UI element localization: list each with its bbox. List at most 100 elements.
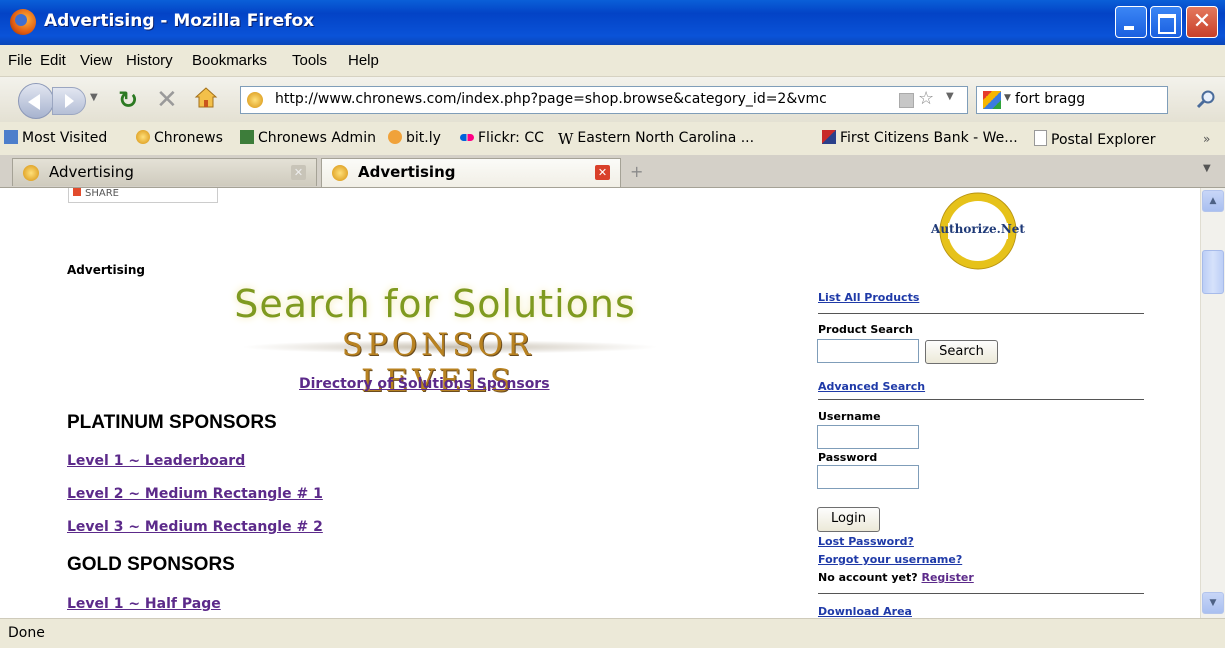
- maximize-button[interactable]: [1150, 6, 1182, 38]
- search-bar[interactable]: ▼ fort bragg: [976, 86, 1168, 114]
- chevron-right-icon[interactable]: »: [1203, 132, 1210, 146]
- list-all-products-link[interactable]: List All Products: [818, 291, 919, 304]
- register-link[interactable]: Register: [921, 571, 973, 584]
- close-icon: ✕: [1192, 9, 1212, 34]
- menu-bar: File Edit View History Bookmarks Tools H…: [0, 45, 1225, 77]
- tab-favicon: [332, 165, 348, 181]
- search-button[interactable]: Search: [925, 340, 998, 364]
- scroll-up-icon[interactable]: ▲: [1202, 190, 1224, 212]
- platinum-heading: PLATINUM SPONSORS: [67, 412, 277, 433]
- menu-tools[interactable]: Tools: [292, 52, 327, 69]
- sponsor-levels-banner: Search for Solutions SPONSOR LEVELS: [200, 282, 670, 399]
- most-visited-icon: [4, 130, 18, 144]
- minimize-button[interactable]: [1115, 6, 1147, 38]
- menu-file[interactable]: File: [8, 52, 32, 69]
- level-link[interactable]: Level 3 ~ Medium Rectangle # 2: [67, 519, 323, 535]
- username-field[interactable]: [817, 425, 919, 449]
- gold-heading: GOLD SPONSORS: [67, 554, 235, 575]
- tab-advertising-2[interactable]: Advertising ✕: [321, 158, 621, 187]
- engine-dropdown-icon[interactable]: ▼: [1004, 93, 1011, 103]
- bookmark-star-icon[interactable]: ☆: [918, 88, 934, 109]
- tab-list-dropdown-icon[interactable]: ▼: [1203, 163, 1211, 174]
- bookmark-chronews[interactable]: Chronews: [136, 130, 223, 146]
- level-link[interactable]: Level 1 ~ Half Page: [67, 596, 221, 612]
- url-bar[interactable]: http://www.chronews.com/index.php?page=s…: [240, 86, 968, 114]
- bookmark-most-visited[interactable]: Most Visited: [4, 130, 107, 146]
- forward-button[interactable]: [52, 87, 86, 115]
- search-icon[interactable]: [1196, 89, 1216, 109]
- divider: [818, 313, 1144, 314]
- firefox-icon: [10, 9, 36, 35]
- bookmark-first-citizens[interactable]: First Citizens Bank - We...: [822, 130, 1018, 146]
- stop-icon[interactable]: ✕: [156, 85, 178, 115]
- lost-password-link[interactable]: Lost Password?: [818, 535, 914, 548]
- bank-icon: [822, 130, 836, 144]
- wikipedia-icon: W: [558, 130, 574, 148]
- tab-label: Advertising: [49, 163, 134, 181]
- google-icon[interactable]: [983, 91, 1001, 109]
- menu-help[interactable]: Help: [348, 52, 379, 69]
- vertical-scrollbar[interactable]: ▲ ▼: [1200, 188, 1225, 618]
- page-content: SHARE Advertising Search for Solutions S…: [0, 188, 1200, 618]
- forgot-username-link[interactable]: Forgot your username?: [818, 553, 962, 566]
- product-search-label: Product Search: [818, 323, 913, 336]
- scroll-thumb[interactable]: [1202, 250, 1224, 294]
- url-text[interactable]: http://www.chronews.com/index.php?page=s…: [275, 91, 875, 107]
- tab-strip: Advertising ✕ Advertising ✕ + ▼: [0, 155, 1225, 188]
- bookmark-eastern-nc[interactable]: W Eastern North Carolina ...: [558, 130, 754, 148]
- authorize-net-badge[interactable]: Authorize.Net: [928, 190, 1028, 272]
- status-text: Done: [8, 625, 45, 641]
- search-input[interactable]: fort bragg: [1015, 91, 1085, 107]
- level-link[interactable]: Level 2 ~ Medium Rectangle # 1: [67, 486, 323, 502]
- product-search-input[interactable]: [817, 339, 919, 363]
- scroll-down-icon[interactable]: ▼: [1202, 592, 1224, 614]
- title-bar[interactable]: Advertising - Mozilla Firefox ✕: [0, 0, 1225, 46]
- share-button[interactable]: SHARE: [68, 188, 218, 203]
- menu-view[interactable]: View: [80, 52, 112, 69]
- username-label: Username: [818, 410, 881, 423]
- authorize-net-text: Authorize.Net: [931, 222, 1025, 236]
- divider: [818, 593, 1144, 594]
- chronews-icon: [136, 130, 150, 144]
- tab-label: Advertising: [358, 163, 456, 181]
- download-area-link[interactable]: Download Area: [818, 605, 912, 618]
- feed-icon[interactable]: [899, 93, 914, 108]
- divider: [818, 399, 1144, 400]
- chronews-admin-icon: [240, 130, 254, 144]
- bookmark-bitly[interactable]: bit.ly: [388, 130, 441, 146]
- flickr-icon: [460, 134, 474, 141]
- no-account-text: No account yet? Register: [818, 571, 974, 584]
- share-icon: [73, 188, 81, 196]
- tab-close-icon[interactable]: ✕: [595, 165, 610, 180]
- banner-title: Search for Solutions: [234, 282, 636, 326]
- tab-advertising-1[interactable]: Advertising ✕: [12, 158, 317, 186]
- page-title: Advertising: [67, 263, 145, 277]
- password-field[interactable]: [817, 465, 919, 489]
- menu-edit[interactable]: Edit: [40, 52, 66, 69]
- menu-history[interactable]: History: [126, 52, 173, 69]
- advanced-search-link[interactable]: Advanced Search: [818, 380, 925, 393]
- directory-link[interactable]: Directory of Solutions Sponsors: [299, 376, 550, 392]
- home-icon[interactable]: [194, 86, 218, 110]
- tab-favicon: [23, 165, 39, 181]
- history-dropdown-icon[interactable]: ▼: [90, 92, 98, 103]
- menu-bookmarks[interactable]: Bookmarks: [192, 52, 267, 69]
- window-title: Advertising - Mozilla Firefox: [44, 11, 315, 31]
- url-dropdown-icon[interactable]: ▼: [946, 91, 954, 102]
- reload-icon[interactable]: ↻: [118, 86, 138, 114]
- tab-close-icon[interactable]: ✕: [291, 165, 306, 180]
- bookmark-postal-explorer[interactable]: Postal Explorer: [1034, 130, 1156, 148]
- site-favicon: [247, 92, 263, 108]
- new-tab-icon[interactable]: +: [630, 162, 643, 181]
- back-button[interactable]: [18, 83, 54, 119]
- bookmark-chronews-admin[interactable]: Chronews Admin: [240, 130, 376, 146]
- status-bar: Done: [0, 618, 1225, 648]
- password-label: Password: [818, 451, 878, 464]
- level-link[interactable]: Level 1 ~ Leaderboard: [67, 453, 245, 469]
- page-icon: [1034, 130, 1047, 146]
- login-button[interactable]: Login: [817, 507, 880, 532]
- bookmark-flickr[interactable]: Flickr: CC: [460, 130, 544, 146]
- navigation-toolbar: ▼ ↻ ✕ http://www.chronews.com/index.php?…: [0, 77, 1225, 123]
- bitly-icon: [388, 130, 402, 144]
- close-button[interactable]: ✕: [1186, 6, 1218, 38]
